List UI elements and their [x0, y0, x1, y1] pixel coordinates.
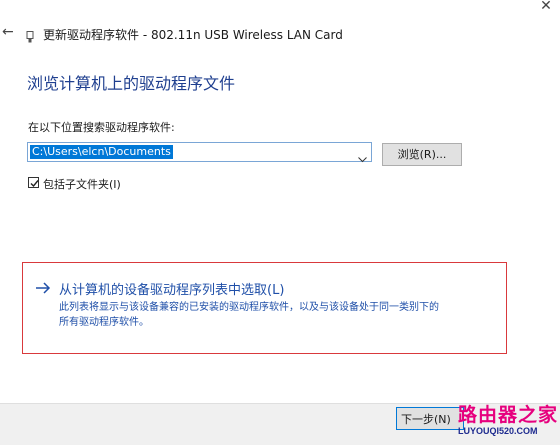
- close-icon[interactable]: ✕: [532, 0, 560, 14]
- watermark-url: LUYOUQI520.COM: [458, 426, 538, 436]
- include-subfolders-label[interactable]: 包括子文件夹(I): [43, 176, 121, 192]
- include-subfolders-checkbox[interactable]: [28, 177, 39, 188]
- description-line-1: 此列表将显示与该设备兼容的已安装的驱动程序软件，以及与该设备处于同一类别下的: [59, 302, 439, 313]
- page-heading: 浏览计算机上的驱动程序文件: [27, 74, 236, 93]
- title-bar: ← 更新驱动程序软件 - 802.11n USB Wireless LAN Ca…: [0, 24, 560, 44]
- next-button[interactable]: 下一步(N): [396, 407, 464, 430]
- device-icon: [26, 28, 34, 43]
- chevron-down-icon[interactable]: [358, 148, 367, 163]
- search-location-label: 在以下位置搜索驱动程序软件:: [28, 121, 175, 134]
- browse-button[interactable]: 浏览(R)...: [382, 143, 462, 166]
- path-combobox[interactable]: C:\Users\elcn\Documents: [27, 142, 372, 163]
- pick-from-list-description: 此列表将显示与该设备兼容的已安装的驱动程序软件，以及与该设备处于同一类别下的 所…: [59, 300, 499, 330]
- arrow-right-icon: [35, 280, 51, 294]
- pick-from-list-option[interactable]: 从计算机的设备驱动程序列表中选取(L) 此列表将显示与该设备兼容的已安装的驱动程…: [22, 262, 507, 354]
- path-input-value[interactable]: C:\Users\elcn\Documents: [30, 145, 173, 159]
- pick-from-list-link[interactable]: 从计算机的设备驱动程序列表中选取(L): [59, 279, 284, 298]
- back-arrow-icon[interactable]: ←: [2, 24, 14, 40]
- description-line-2: 所有驱动程序软件。: [59, 317, 149, 328]
- window-title: 更新驱动程序软件 - 802.11n USB Wireless LAN Card: [43, 28, 343, 42]
- watermark-title: 路由器之家: [458, 404, 559, 426]
- site-watermark: 路由器之家 LUYOUQI520.COM: [456, 396, 560, 444]
